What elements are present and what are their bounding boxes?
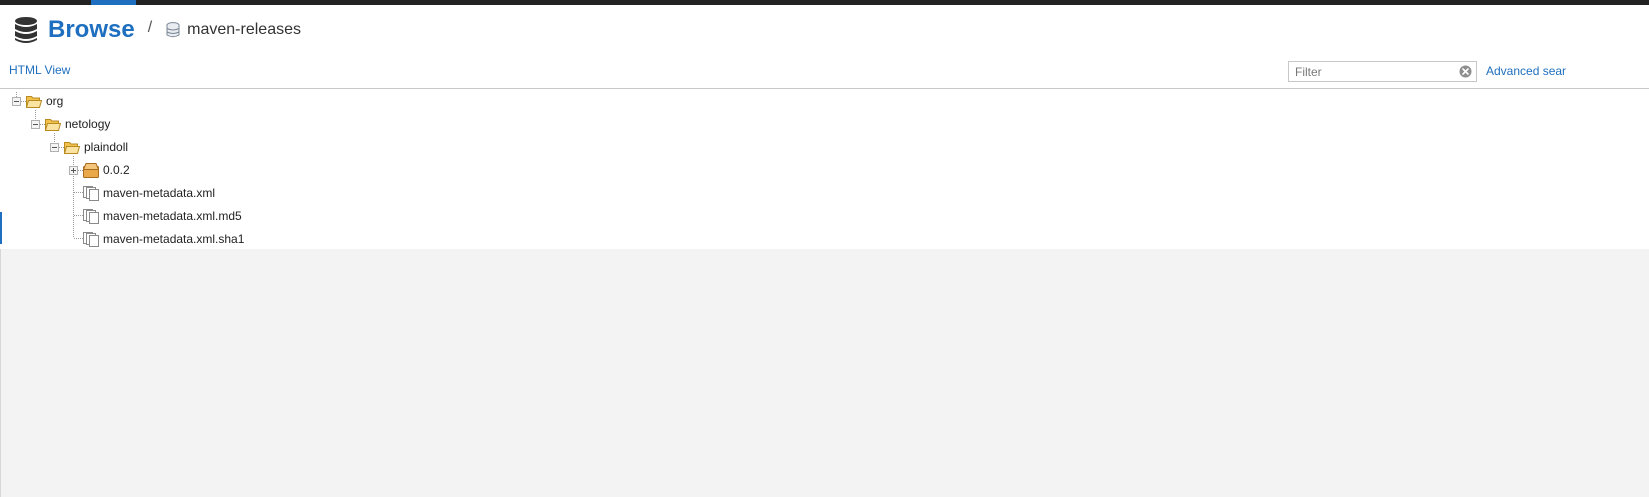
tree-node-label: maven-metadata.xml.sha1 — [103, 232, 245, 246]
expand-toggle-version[interactable] — [69, 166, 78, 175]
collapse-toggle-org[interactable] — [12, 97, 21, 106]
tree-node-org[interactable]: org — [26, 91, 63, 111]
panel-edge — [0, 249, 1, 497]
file-stack-icon — [83, 208, 99, 224]
tree-node-label: maven-metadata.xml.md5 — [103, 209, 242, 223]
filter-input[interactable] — [1295, 65, 1455, 79]
tree-node-file[interactable]: maven-metadata.xml.md5 — [83, 206, 242, 226]
folder-open-icon — [26, 95, 42, 108]
tree-node-label: plaindoll — [84, 140, 129, 154]
tree-node-label: 0.0.2 — [103, 163, 130, 177]
tree-node-file[interactable]: maven-metadata.xml.sha1 — [83, 229, 244, 249]
filter-field[interactable] — [1288, 61, 1477, 82]
tree-node-netology[interactable]: netology — [45, 114, 110, 134]
advanced-search-link[interactable]: Advanced sear — [1486, 64, 1566, 78]
tree-node-label: maven-metadata.xml — [103, 186, 216, 200]
file-stack-icon — [83, 185, 99, 201]
collapse-toggle-netology[interactable] — [31, 120, 40, 129]
folder-open-icon — [64, 141, 80, 154]
tree-node-file[interactable]: maven-metadata.xml — [83, 183, 215, 203]
file-stack-icon — [83, 231, 99, 247]
tree-node-version[interactable]: 0.0.2 — [83, 160, 130, 180]
tree-node-plaindoll[interactable]: plaindoll — [64, 137, 128, 157]
tree-node-label: netology — [65, 117, 111, 131]
collapse-toggle-plaindoll[interactable] — [50, 143, 59, 152]
clear-filter-icon[interactable] — [1459, 65, 1472, 78]
folder-open-icon — [45, 118, 61, 131]
component-box-icon — [83, 162, 100, 178]
tree-node-label: org — [46, 94, 64, 108]
